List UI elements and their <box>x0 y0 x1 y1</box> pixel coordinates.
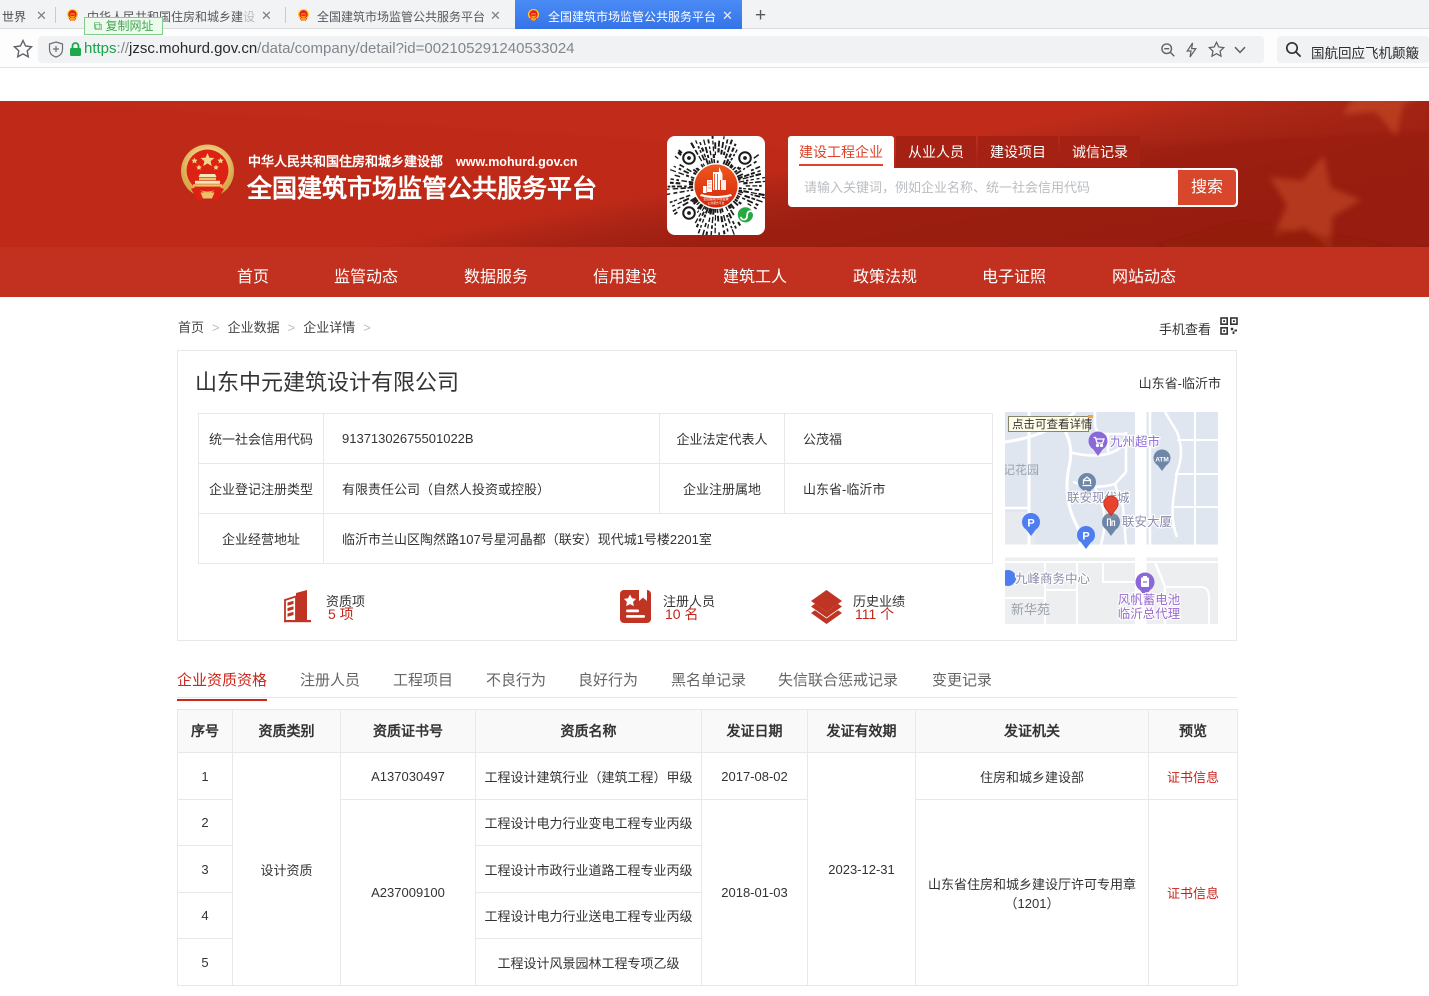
svg-text:联安现代城: 联安现代城 <box>1067 490 1130 505</box>
svg-text:九州超市: 九州超市 <box>1110 434 1160 449</box>
svg-text:公共服务平台: 公共服务平台 <box>708 201 725 205</box>
svg-text:临沂总代理: 临沂总代理 <box>1118 607 1181 621</box>
svg-text:风帆蓄电池: 风帆蓄电池 <box>1118 592 1181 607</box>
svg-text:九峰商务中心: 九峰商务中心 <box>1015 571 1091 586</box>
svg-text:新华苑: 新华苑 <box>1011 602 1050 617</box>
svg-text:ATM: ATM <box>1155 457 1169 464</box>
svg-text:P: P <box>1082 531 1089 543</box>
svg-text:P: P <box>1027 518 1034 530</box>
svg-text:记花园: 记花园 <box>1005 462 1039 477</box>
svg-text:联安大厦: 联安大厦 <box>1122 514 1172 529</box>
svg-text:点击可查看详情: 点击可查看详情 <box>1012 417 1093 431</box>
